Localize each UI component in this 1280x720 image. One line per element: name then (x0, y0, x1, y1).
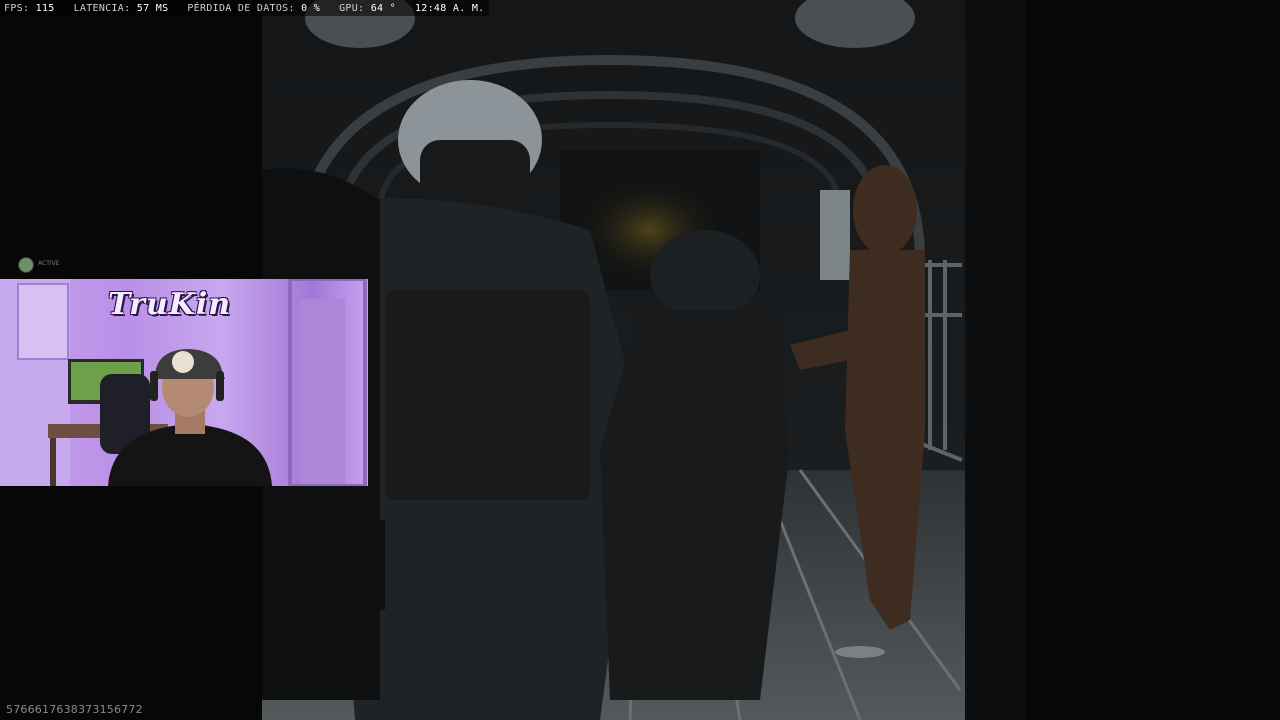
desk-leg (50, 438, 56, 486)
cap-badge (172, 351, 194, 373)
clock: 12:48 A. M. (414, 2, 485, 14)
performance-stats-bar: FPS: 115 LATENCIA: 57 MS PÉRDIDA DE DATO… (0, 0, 489, 16)
avatar (18, 257, 34, 273)
latency-label: LATENCIA: (73, 2, 131, 14)
floor-marker (835, 646, 885, 658)
gpu-value: 64 ° (370, 2, 396, 14)
door (300, 299, 345, 486)
channel-logo: TruKin (108, 287, 232, 322)
packet-loss-label: PÉRDIDA DE DATOS: (187, 2, 295, 14)
packet-loss-value: 0 % (301, 2, 321, 14)
headset-band (150, 371, 158, 401)
latency-value: 57 MS (136, 2, 169, 14)
stream-id: 576661763837315677​2 (6, 703, 143, 716)
right-wall-shade (965, 0, 1025, 720)
gpu-label: GPU: (339, 2, 365, 14)
wall-frame (17, 283, 69, 360)
webcam-overlay: TruKin (0, 279, 368, 486)
right-window (820, 190, 850, 280)
headset-cup (216, 371, 224, 401)
avatar-label: ACTIVE (38, 260, 60, 267)
fps-label: FPS: (4, 2, 30, 14)
fps-value: 115 (35, 2, 55, 14)
